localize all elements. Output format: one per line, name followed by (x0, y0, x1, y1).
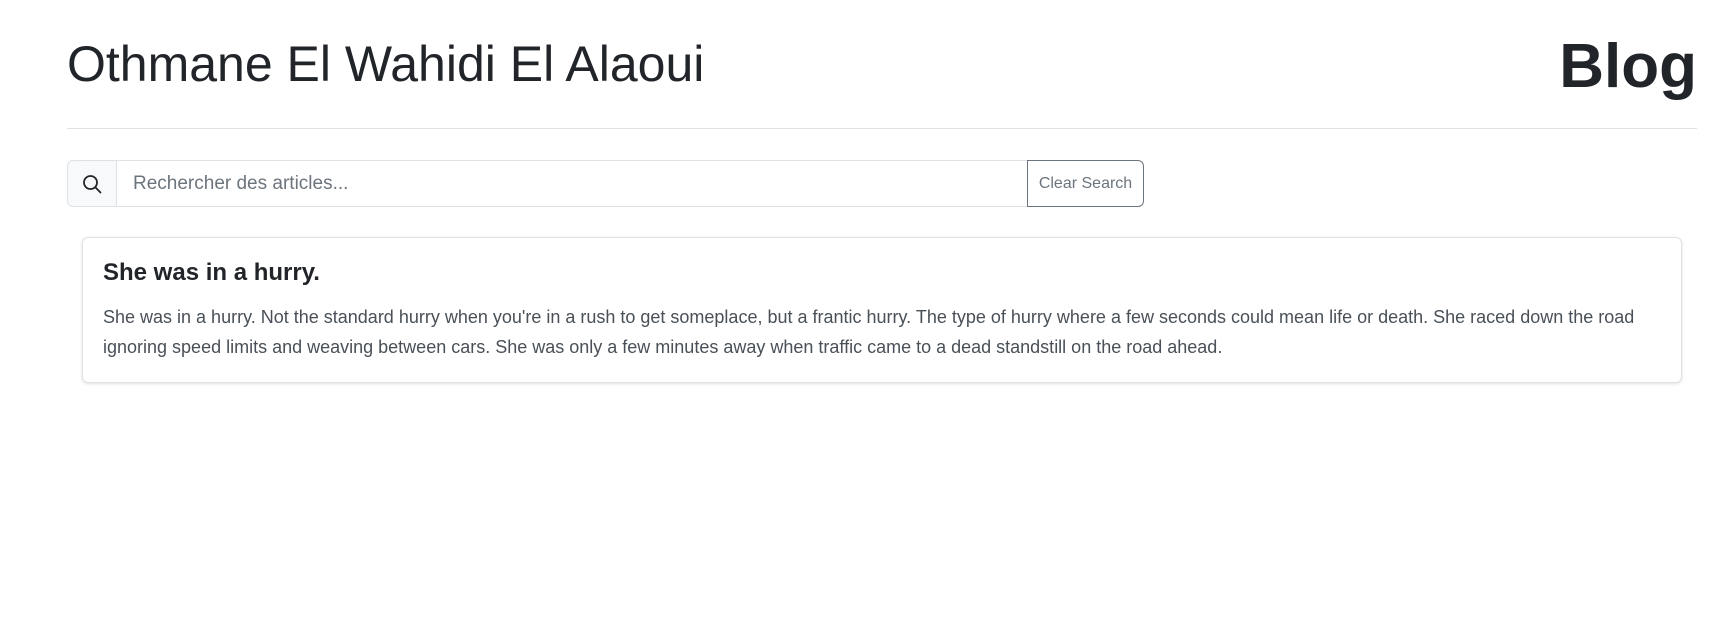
page: Othmane El Wahidi El Alaoui Blog Clear S… (0, 0, 1715, 641)
article-list: She was in a hurry. She was in a hurry. … (82, 237, 1682, 383)
search-bar: Clear Search (67, 160, 1144, 207)
article-card[interactable]: She was in a hurry. She was in a hurry. … (82, 237, 1682, 383)
clear-search-button[interactable]: Clear Search (1027, 160, 1144, 207)
author-name: Othmane El Wahidi El Alaoui (67, 36, 705, 92)
search-input[interactable] (116, 160, 1027, 207)
article-excerpt: She was in a hurry. Not the standard hur… (103, 307, 1635, 357)
article-title: She was in a hurry. (103, 259, 320, 286)
search-icon (67, 160, 116, 207)
blog-title: Blog (1559, 32, 1697, 101)
site-header: Othmane El Wahidi El Alaoui Blog (67, 0, 1697, 129)
